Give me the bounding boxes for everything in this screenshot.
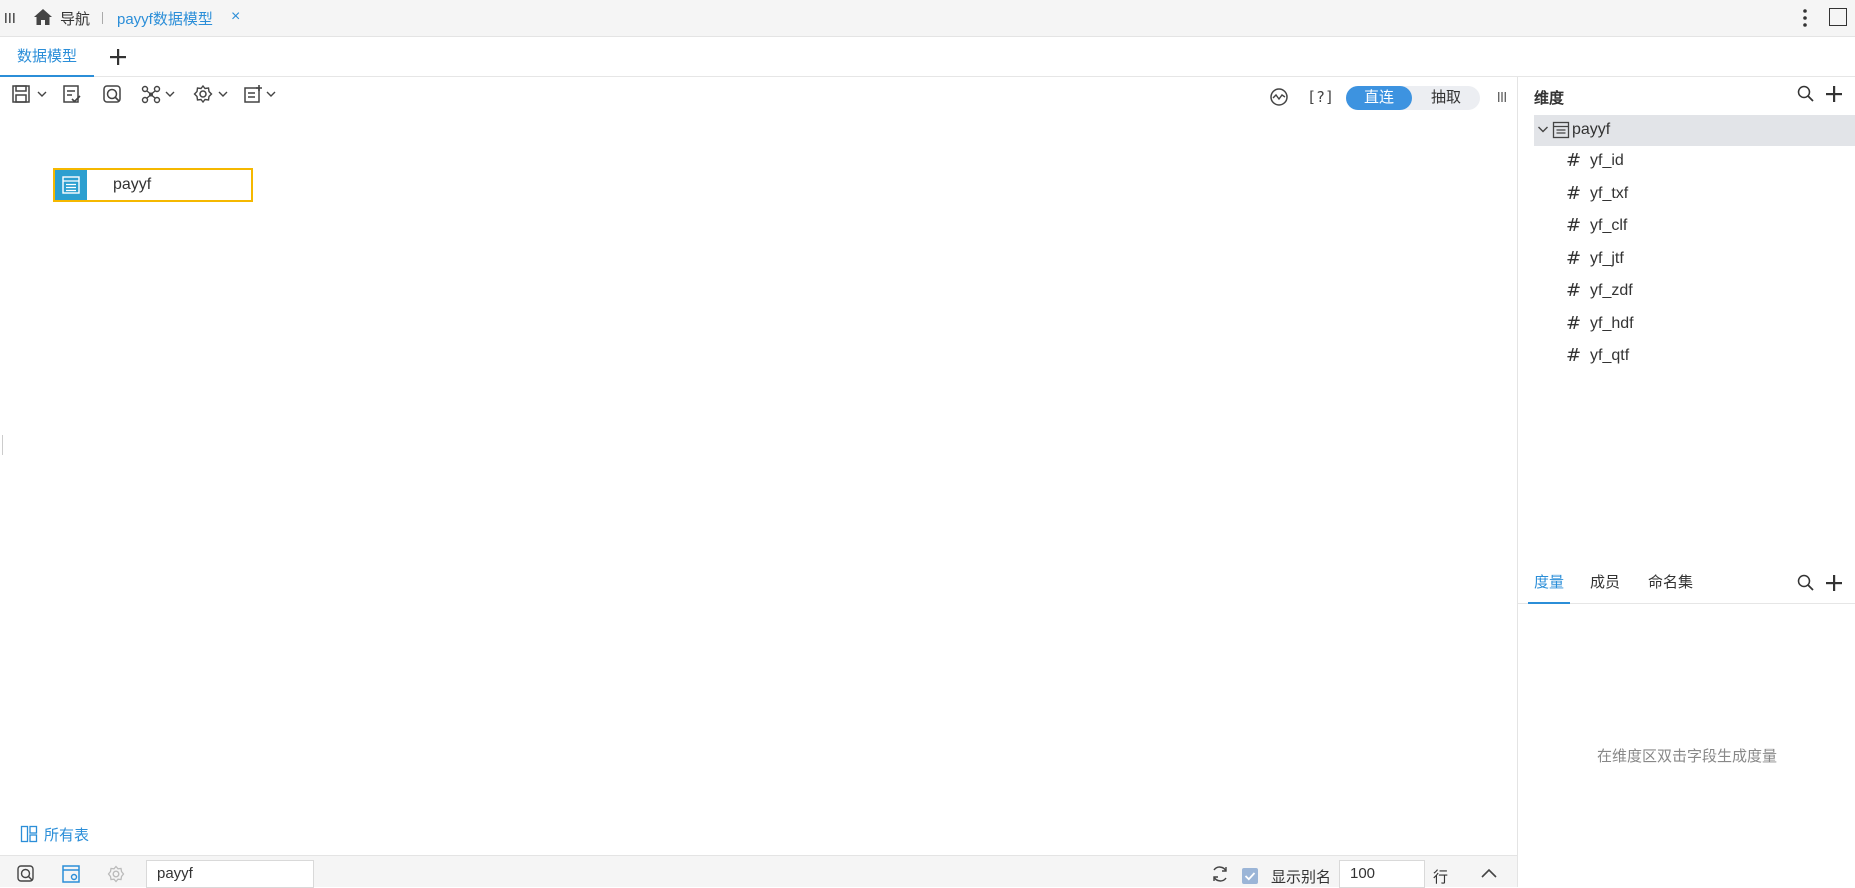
chevron-up-icon[interactable]: [1479, 864, 1499, 884]
performance-chart-icon[interactable]: [1268, 86, 1290, 108]
save-icon[interactable]: [10, 83, 32, 105]
resize-handle[interactable]: [2, 435, 3, 455]
right-side-panel: 维度 payyf # yf_id # yf_txf # yf_clf # yf_…: [1517, 77, 1855, 887]
dimension-tree-root-label: payyf: [1572, 121, 1611, 138]
home-tab-label[interactable]: 导航: [60, 8, 90, 29]
numeric-field-icon: #: [1566, 313, 1582, 334]
preview-icon[interactable]: [101, 83, 123, 105]
dimension-field-label: yf_hdf: [1590, 315, 1634, 332]
table-icon: [55, 170, 87, 200]
measure-tab-bar: 度量 成员 命名集: [1518, 564, 1855, 604]
row-count-field[interactable]: 100: [1339, 860, 1425, 888]
table-node-payyf[interactable]: payyf: [53, 168, 253, 202]
add-table-icon[interactable]: [242, 83, 264, 105]
tab-members[interactable]: 成员: [1590, 564, 1620, 604]
show-alias-checkbox[interactable]: [1242, 868, 1258, 884]
chevron-down-icon[interactable]: [1537, 124, 1549, 134]
tab-data-model[interactable]: 数据模型: [0, 37, 94, 77]
save-dropdown-chevron-icon[interactable]: [37, 90, 47, 98]
dimension-tree-root[interactable]: payyf: [1534, 115, 1855, 146]
add-measure-icon[interactable]: [1824, 573, 1844, 593]
tab-payyf-data-model[interactable]: payyf数据模型: [117, 8, 213, 29]
grip-icon[interactable]: [4, 11, 16, 25]
all-tables-label: 所有表: [44, 827, 90, 844]
edit-check-icon[interactable]: [61, 83, 83, 105]
numeric-field-icon: #: [1566, 248, 1582, 269]
maximize-icon[interactable]: [1829, 8, 1847, 26]
table-icon: [1552, 121, 1570, 139]
table-name-field[interactable]: payyf: [146, 860, 314, 888]
add-table-dropdown-chevron-icon[interactable]: [266, 90, 276, 98]
numeric-field-icon: #: [1566, 150, 1582, 171]
numeric-field-icon: #: [1566, 215, 1582, 236]
show-alias-label: 显示别名: [1271, 869, 1332, 886]
dimension-field-label: yf_zdf: [1590, 282, 1633, 299]
close-tab-icon[interactable]: ×: [231, 8, 240, 26]
add-dimension-icon[interactable]: [1824, 84, 1844, 104]
settings-dropdown-chevron-icon[interactable]: [218, 90, 228, 98]
relation-graph-icon[interactable]: [140, 83, 162, 105]
tab-divider: [102, 12, 103, 24]
search-icon[interactable]: [1796, 84, 1816, 104]
home-icon[interactable]: [32, 6, 54, 28]
mode-direct-button[interactable]: 直连: [1346, 86, 1412, 110]
settings-gear-icon[interactable]: [192, 83, 214, 105]
table-node-label: payyf: [113, 176, 152, 193]
dimension-field-label: yf_id: [1590, 152, 1624, 169]
mode-extract-button[interactable]: 抽取: [1412, 86, 1480, 110]
gear-icon[interactable]: [106, 864, 126, 884]
search-icon[interactable]: [1796, 573, 1816, 593]
measure-empty-hint: 在维度区双击字段生成度量: [1596, 748, 1777, 765]
preview-data-icon[interactable]: [16, 864, 36, 884]
add-tab-icon[interactable]: [108, 47, 128, 67]
table-settings-icon[interactable]: [61, 864, 81, 884]
help-icon[interactable]: [?]: [1307, 88, 1334, 106]
model-tab-bar: 数据模型: [0, 37, 1855, 77]
dimension-field-label: yf_jtf: [1590, 250, 1624, 267]
top-tab-bar: 导航 payyf数据模型 ×: [0, 0, 1855, 37]
tab-measures[interactable]: 度量: [1528, 564, 1570, 604]
connection-mode-toggle[interactable]: 直连 抽取: [1346, 86, 1480, 110]
tab-named-sets[interactable]: 命名集: [1648, 564, 1693, 604]
layout-panels-icon: [20, 825, 38, 843]
relation-dropdown-chevron-icon[interactable]: [165, 90, 175, 98]
more-vertical-icon[interactable]: [1800, 6, 1810, 30]
numeric-field-icon: #: [1566, 345, 1582, 366]
dimension-field-label: yf_clf: [1590, 217, 1628, 234]
numeric-field-icon: #: [1566, 183, 1582, 204]
refresh-icon[interactable]: [1210, 864, 1230, 884]
numeric-field-icon: #: [1566, 280, 1582, 301]
dimension-field-label: yf_txf: [1590, 185, 1629, 202]
row-count-unit: 行: [1433, 869, 1449, 886]
dimension-panel-title: 维度: [1534, 90, 1565, 107]
dimension-field-label: yf_qtf: [1590, 347, 1630, 364]
bottom-status-bar: payyf 显示别名 100 行: [0, 855, 1517, 888]
collapse-panel-grip-icon[interactable]: [1497, 91, 1507, 103]
